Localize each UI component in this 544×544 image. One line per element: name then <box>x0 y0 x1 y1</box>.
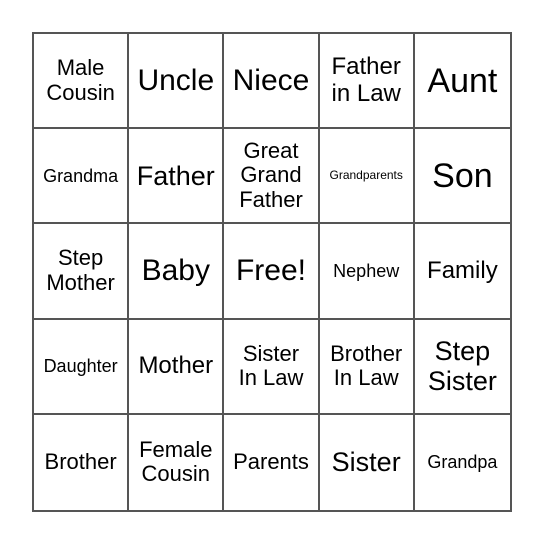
bingo-cell[interactable]: Great Grand Father <box>224 129 320 225</box>
cell-label: Family <box>427 256 498 284</box>
bingo-cell[interactable]: Family <box>414 224 510 320</box>
bingo-cell[interactable]: Brother <box>34 414 130 510</box>
bingo-cell[interactable]: Grandpa <box>415 415 510 510</box>
bingo-cell[interactable]: Mother <box>129 319 225 415</box>
bingo-cell[interactable]: Father <box>129 129 225 225</box>
cell-label: Great Grand Father <box>239 137 303 213</box>
bingo-cell[interactable]: Sister In Law <box>224 319 320 415</box>
cell-label: Nephew <box>333 260 400 281</box>
bingo-cell[interactable]: Step Mother <box>34 224 130 320</box>
bingo-cell[interactable]: Grandparents <box>319 129 415 225</box>
cell-label: Male Cousin <box>46 54 115 105</box>
bingo-card: Male Cousin Uncle Niece Father in Law Au… <box>32 32 512 512</box>
cell-label: Niece <box>232 63 310 97</box>
bingo-cell[interactable]: Baby <box>129 224 225 320</box>
bingo-cell[interactable]: Sister <box>320 414 415 510</box>
cell-label: Step Mother <box>46 245 115 295</box>
bingo-cell[interactable]: Step Sister <box>414 320 510 415</box>
free-space-label: Free! <box>235 254 306 288</box>
bingo-cell[interactable]: Daughter <box>34 319 130 415</box>
cell-label: Female Cousin <box>139 436 213 487</box>
bingo-cell[interactable]: Son <box>414 129 510 225</box>
bingo-cell[interactable]: Father in Law <box>319 34 415 130</box>
cell-label: Step Sister <box>427 335 497 397</box>
bingo-cell[interactable]: Male Cousin <box>34 34 130 130</box>
cell-label: Brother In Law <box>330 340 403 391</box>
cell-label: Daughter <box>43 356 118 377</box>
cell-label: Son <box>432 156 493 195</box>
cell-label: Father in Law <box>331 52 401 107</box>
bingo-cell[interactable]: Nephew <box>319 224 415 320</box>
cell-label: Mother <box>138 351 214 379</box>
bingo-cell[interactable]: Grandma <box>34 129 130 225</box>
bingo-cell[interactable]: Niece <box>224 34 320 130</box>
free-space-cell[interactable]: Free! <box>224 224 320 320</box>
cell-label: Aunt <box>427 61 498 100</box>
cell-label: Grandpa <box>427 452 498 473</box>
cell-label: Baby <box>141 254 210 288</box>
cell-label: Brother <box>44 449 117 475</box>
cell-label: Grandparents <box>329 168 403 183</box>
bingo-cell[interactable]: Uncle <box>129 34 225 130</box>
bingo-cell[interactable]: Parents <box>224 414 320 510</box>
bingo-cell[interactable]: Aunt <box>414 34 510 130</box>
bingo-cell[interactable]: Brother In Law <box>319 319 415 415</box>
cell-label: Grandma <box>43 165 119 186</box>
cell-label: Father <box>136 160 215 191</box>
cell-label: Sister <box>331 447 401 478</box>
cell-label: Uncle <box>137 63 215 97</box>
cell-label: Sister In Law <box>238 340 304 391</box>
bingo-cell[interactable]: Female Cousin <box>129 414 225 510</box>
cell-label: Parents <box>233 449 309 475</box>
